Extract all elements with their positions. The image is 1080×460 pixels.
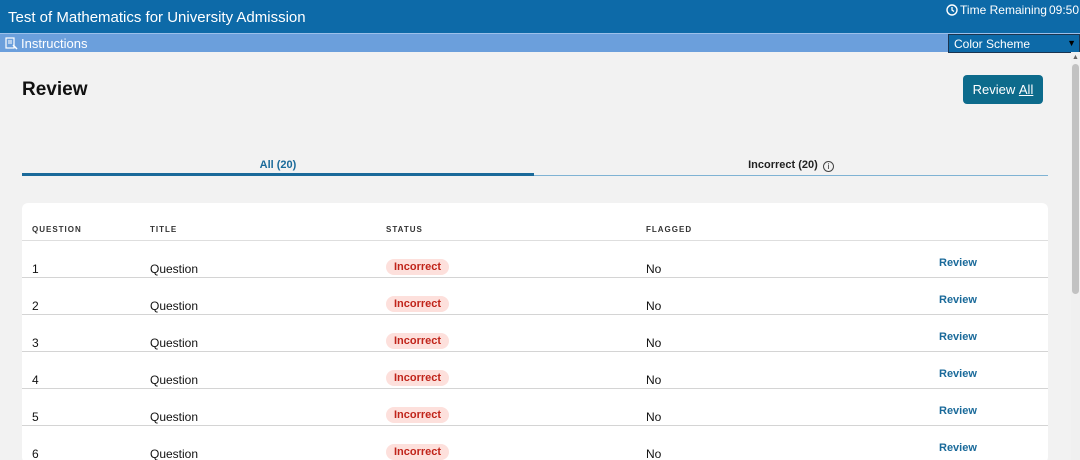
timer: Time Remaining 09:50 [946,3,1079,17]
scrollbar-thumb[interactable] [1072,64,1079,294]
question-number: 3 [32,336,39,350]
table-row: 2 Question Incorrect No Review [22,278,1048,315]
question-title: Question [150,410,199,424]
instructions-label: Instructions [21,36,88,51]
table-row: 5 Question Incorrect No Review [22,389,1048,426]
question-number: 1 [32,262,39,276]
vertical-scrollbar[interactable]: ▲ [1071,52,1080,460]
question-title: Question [150,262,199,276]
review-tabs: All (20) Incorrect (20) i [22,152,1048,176]
review-link[interactable]: Review [939,257,977,269]
page-title: Review [22,79,88,100]
info-icon[interactable]: i [822,161,834,172]
flagged-value: No [646,447,662,460]
status-badge: Incorrect [386,370,450,386]
table-row: 4 Question Incorrect No Review [22,352,1048,389]
review-link[interactable]: Review [939,294,977,306]
status-badge: Incorrect [386,444,450,460]
tab-all[interactable]: All (20) [22,159,534,171]
timer-value: 09:50 [1048,3,1079,17]
question-title: Question [150,447,199,460]
instructions-icon [5,37,18,50]
column-header-title: TITLE [150,225,178,234]
app-title: Test of Mathematics for University Admis… [8,9,306,26]
status-badge: Incorrect [386,296,450,312]
flagged-value: No [646,262,662,276]
flagged-value: No [646,373,662,387]
table-header: QUESTION TITLE STATUS FLAGGED [22,203,1048,241]
tab-incorrect[interactable]: Incorrect (20) i [534,159,1048,172]
color-scheme-select[interactable]: Color Scheme ▼ [948,34,1080,53]
clock-icon [946,4,958,16]
table-row: 1 Question Incorrect No Review [22,241,1048,278]
question-number: 6 [32,447,39,460]
review-all-button[interactable]: Review All [963,75,1043,104]
caret-down-icon: ▼ [1067,38,1076,48]
timer-label: Time Remaining [960,3,1047,17]
table-row: 6 Question Incorrect No Review [22,426,1048,460]
review-link[interactable]: Review [939,442,977,454]
review-link[interactable]: Review [939,368,977,380]
question-title: Question [150,336,199,350]
flagged-value: No [646,299,662,313]
color-scheme-label: Color Scheme [954,37,1031,51]
question-title: Question [150,299,199,313]
scroll-up-icon[interactable]: ▲ [1072,54,1079,61]
status-badge: Incorrect [386,407,450,423]
menu-bar: Instructions Color Scheme ▼ [0,33,1080,53]
tab-all-label: All (20) [259,159,297,171]
title-bar: Test of Mathematics for University Admis… [0,0,1080,33]
question-number: 2 [32,299,39,313]
flagged-value: No [646,336,662,350]
column-header-flagged: FLAGGED [646,225,693,234]
review-table: QUESTION TITLE STATUS FLAGGED 1 Question… [22,203,1048,460]
review-all-prefix: Review [972,82,1016,97]
instructions-button[interactable]: Instructions [5,36,87,51]
question-number: 5 [32,410,39,424]
question-title: Question [150,373,199,387]
review-link[interactable]: Review [939,405,977,417]
tab-incorrect-label: Incorrect (20) [748,159,818,171]
review-all-underlined: All [1018,82,1034,97]
review-link[interactable]: Review [939,331,977,343]
active-tab-indicator [22,173,534,176]
status-badge: Incorrect [386,333,450,349]
flagged-value: No [646,410,662,424]
table-row: 3 Question Incorrect No Review [22,315,1048,352]
column-header-question: QUESTION [32,225,82,234]
status-badge: Incorrect [386,259,450,275]
column-header-status: STATUS [386,225,423,234]
question-number: 4 [32,373,39,387]
